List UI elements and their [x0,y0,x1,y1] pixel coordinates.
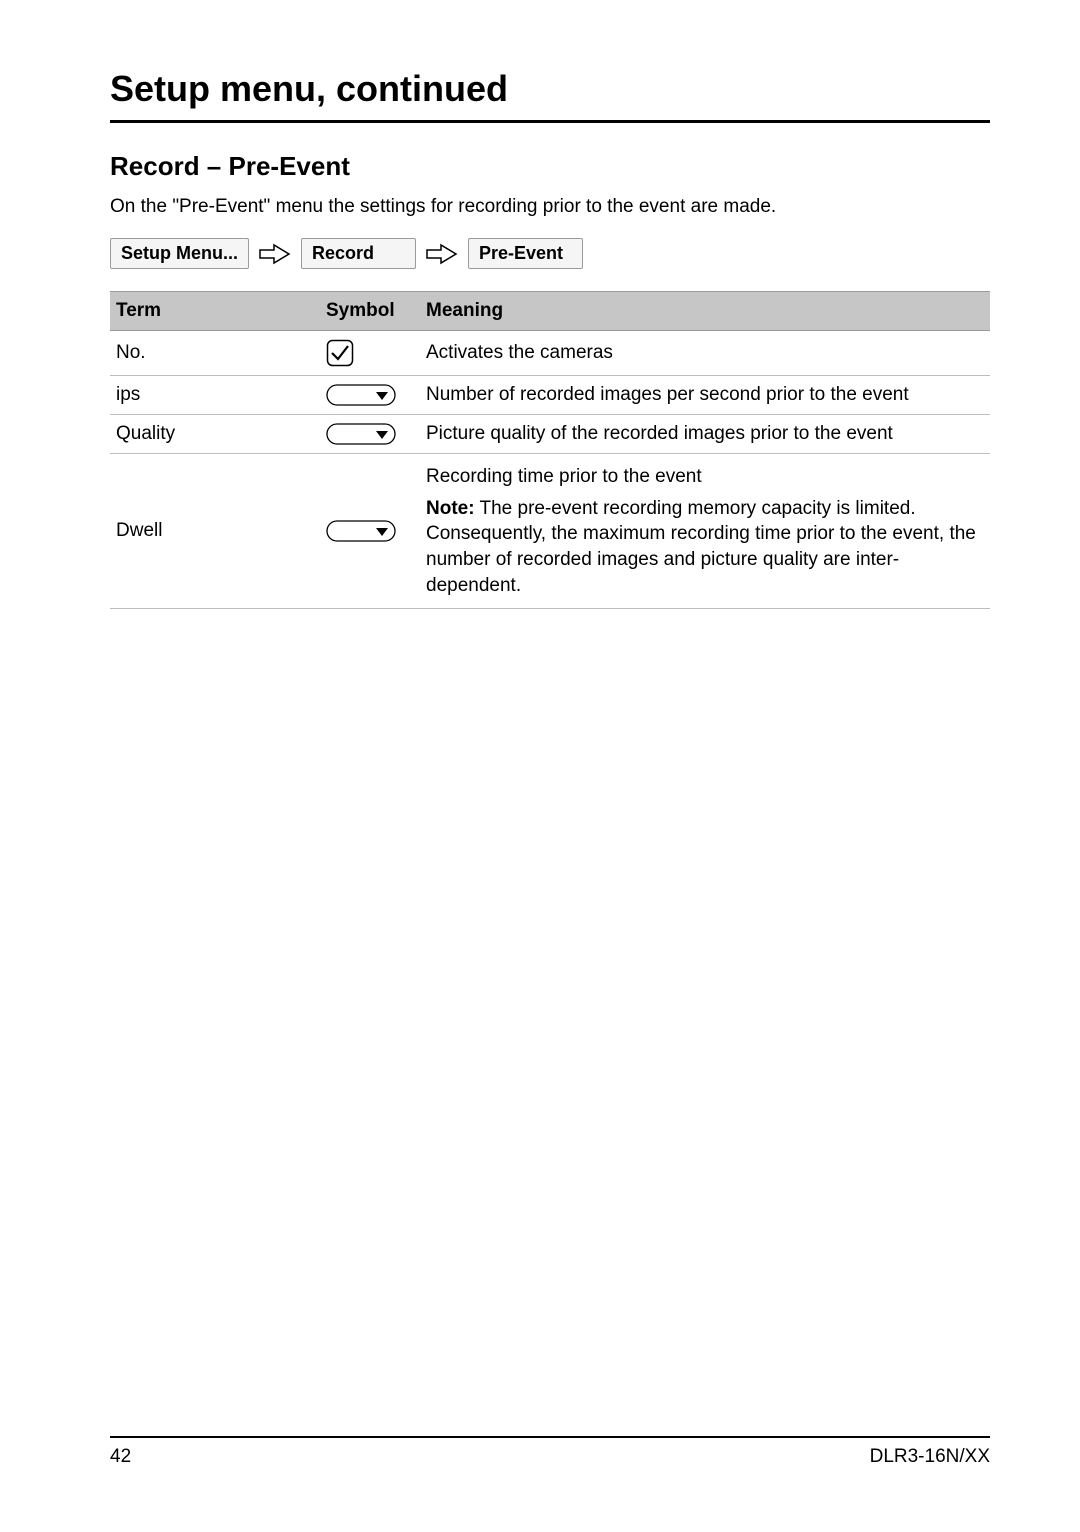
breadcrumb-record: Record [301,238,416,269]
dropdown-icon [326,423,396,445]
term-cell: ips [110,376,320,415]
term-cell: Quality [110,415,320,454]
section-title: Record – Pre-Event [110,151,990,182]
breadcrumb-pre-event: Pre-Event [468,238,583,269]
title-rule [110,120,990,123]
dropdown-icon [326,384,396,406]
symbol-cell [320,454,420,609]
breadcrumb-setup-menu: Setup Menu... [110,238,249,269]
header-meaning: Meaning [420,292,990,331]
dropdown-icon [326,520,396,542]
model-code: DLR3-16N/XX [870,1446,990,1468]
term-cell: No. [110,331,320,376]
symbol-cell [320,331,420,376]
header-symbol: Symbol [320,292,420,331]
arrow-right-icon [422,243,462,265]
meaning-note: Note: The pre-event recording memory cap… [426,496,980,599]
symbol-cell [320,415,420,454]
table-row: Dwell Recording time prior to the event … [110,454,990,609]
meaning-cell: Activates the cameras [420,331,990,376]
note-label: Note: [426,498,475,519]
arrow-right-icon [255,243,295,265]
table-row: ips Number of recorded images per second… [110,376,990,415]
page-number: 42 [110,1446,131,1468]
document-page: Setup menu, continued Record – Pre-Event… [0,0,1080,1532]
meaning-cell: Recording time prior to the event Note: … [420,454,990,609]
meaning-cell: Picture quality of the recorded images p… [420,415,990,454]
meaning-cell: Number of recorded images per second pri… [420,376,990,415]
term-cell: Dwell [110,454,320,609]
section-intro: On the "Pre-Event" menu the settings for… [110,196,990,218]
meaning-primary: Recording time prior to the event [426,464,980,490]
table-row: Quality Picture quality of the recorded … [110,415,990,454]
table-header-row: Term Symbol Meaning [110,292,990,331]
symbol-cell [320,376,420,415]
page-title: Setup menu, continued [110,68,990,116]
header-term: Term [110,292,320,331]
definitions-table: Term Symbol Meaning No. Activates the ca… [110,291,990,609]
checkbox-icon [326,339,354,367]
breadcrumb: Setup Menu... Record Pre-Event [110,238,990,269]
page-footer: 42 DLR3-16N/XX [110,1436,990,1468]
table-row: No. Activates the cameras [110,331,990,376]
note-body: The pre-event recording memory capacity … [426,498,976,596]
